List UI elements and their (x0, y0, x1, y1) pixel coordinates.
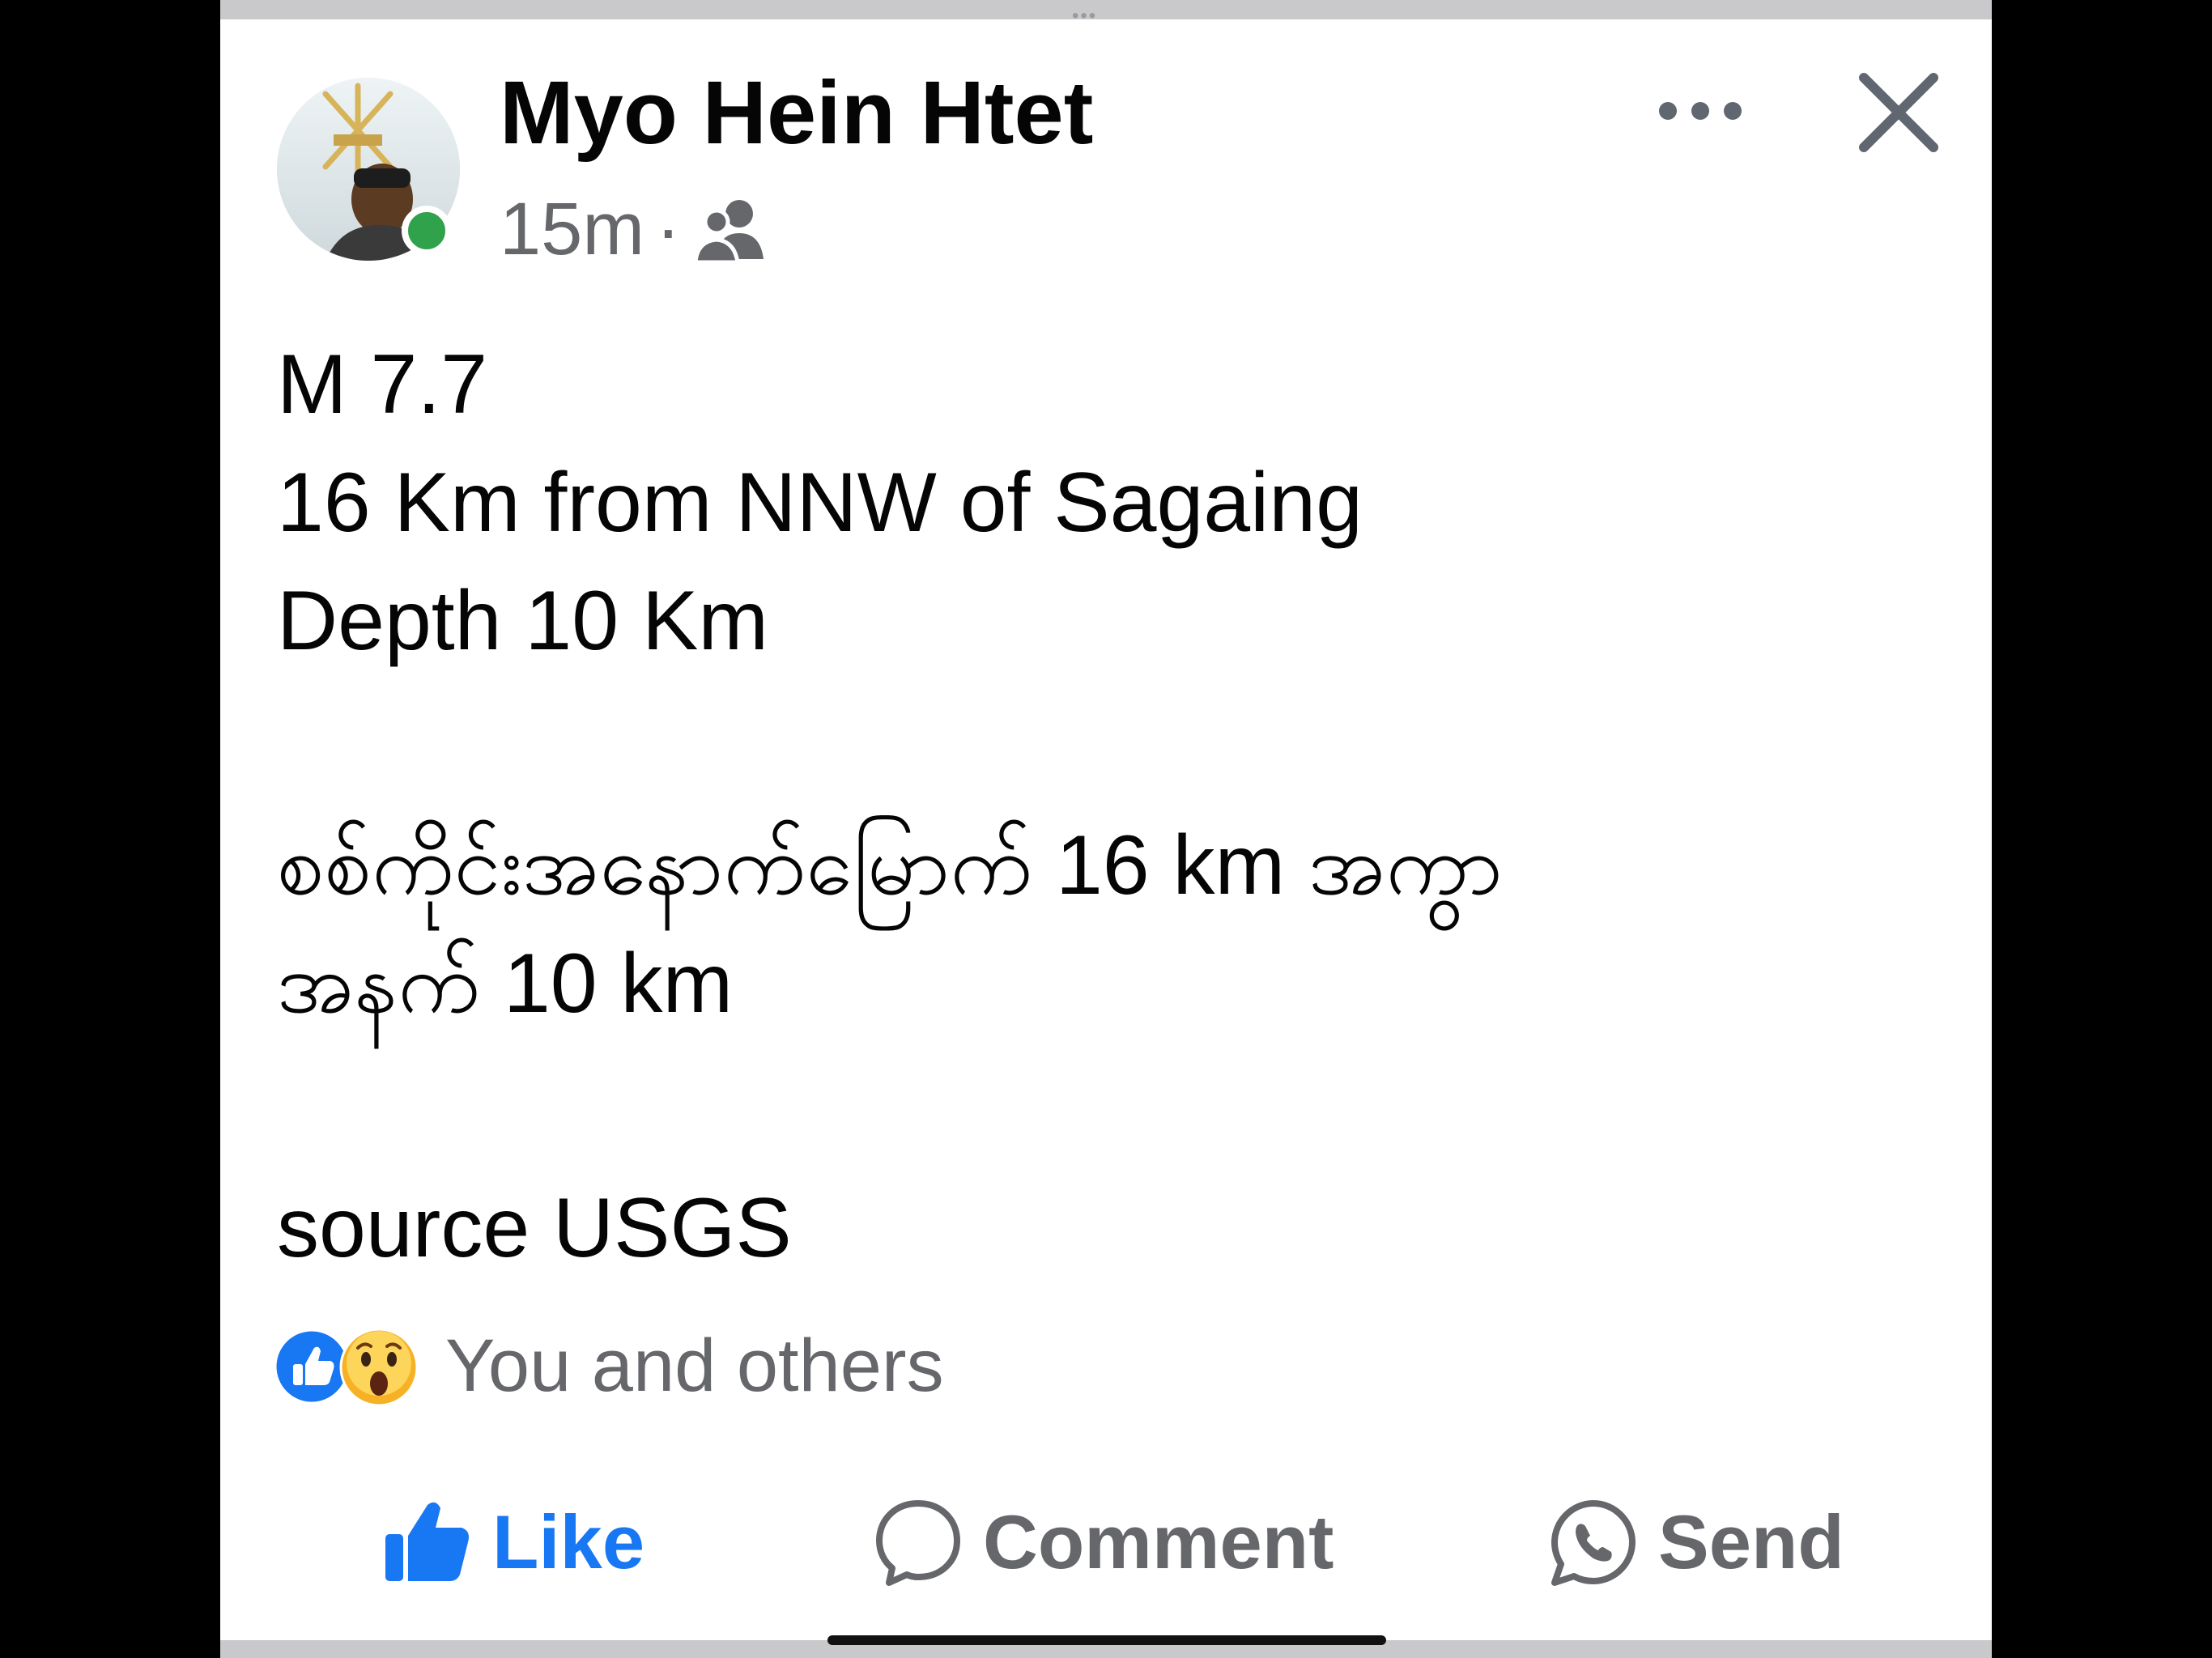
close-icon (1859, 73, 1938, 152)
whatsapp-icon (1551, 1500, 1636, 1586)
post-action-bar: Like Comment Send (220, 1490, 1992, 1595)
send-label: Send (1658, 1499, 1844, 1584)
post-line-depth: Depth 10 Km (277, 574, 768, 668)
more-horizontal-icon (1659, 102, 1742, 120)
comment-label: Comment (983, 1499, 1334, 1584)
friends-icon[interactable] (692, 194, 770, 265)
reaction-icons (274, 1324, 436, 1408)
online-status-dot (402, 206, 452, 256)
sheet-top-strip (220, 0, 1992, 19)
author-name[interactable]: Myo Hein Htet (500, 63, 1093, 164)
post-line-depth-burmese: အနက် 10 km (277, 937, 734, 1031)
thumbs-up-icon (385, 1502, 469, 1581)
post-line-magnitude: M 7.7 (277, 338, 488, 432)
post-line-location-burmese: စစ်ကိုင်းအနောက်မြောက် 16 km အကွာ (277, 818, 1504, 912)
post-line-location: 16 Km from NNW of Sagaing (277, 456, 1363, 550)
close-button[interactable] (1854, 68, 1943, 157)
home-indicator[interactable] (827, 1635, 1386, 1645)
more-options-button[interactable] (1644, 83, 1757, 139)
post-meta: 15m · (500, 185, 770, 274)
reaction-summary-text: You and others (445, 1324, 944, 1407)
meta-separator: · (655, 188, 681, 270)
post-timestamp[interactable]: 15m (500, 185, 644, 274)
comment-icon (876, 1500, 960, 1586)
reactions-summary[interactable]: You and others (274, 1321, 944, 1410)
sheet-grabber-icon[interactable]: ••• (1072, 6, 1097, 26)
like-button[interactable]: Like (382, 1490, 644, 1595)
comment-button[interactable]: Comment (873, 1490, 1334, 1595)
post-card: ••• Myo Hein Htet 15m · M 7.7 16 Km from… (220, 0, 1992, 1658)
post-line-source: source USGS (277, 1181, 792, 1275)
like-label: Like (492, 1499, 645, 1584)
post-body: M 7.7 16 Km from NNW of Sagaing Depth 10… (277, 325, 1945, 1287)
send-button[interactable]: Send (1548, 1490, 1844, 1595)
wow-reaction-icon (339, 1328, 419, 1407)
